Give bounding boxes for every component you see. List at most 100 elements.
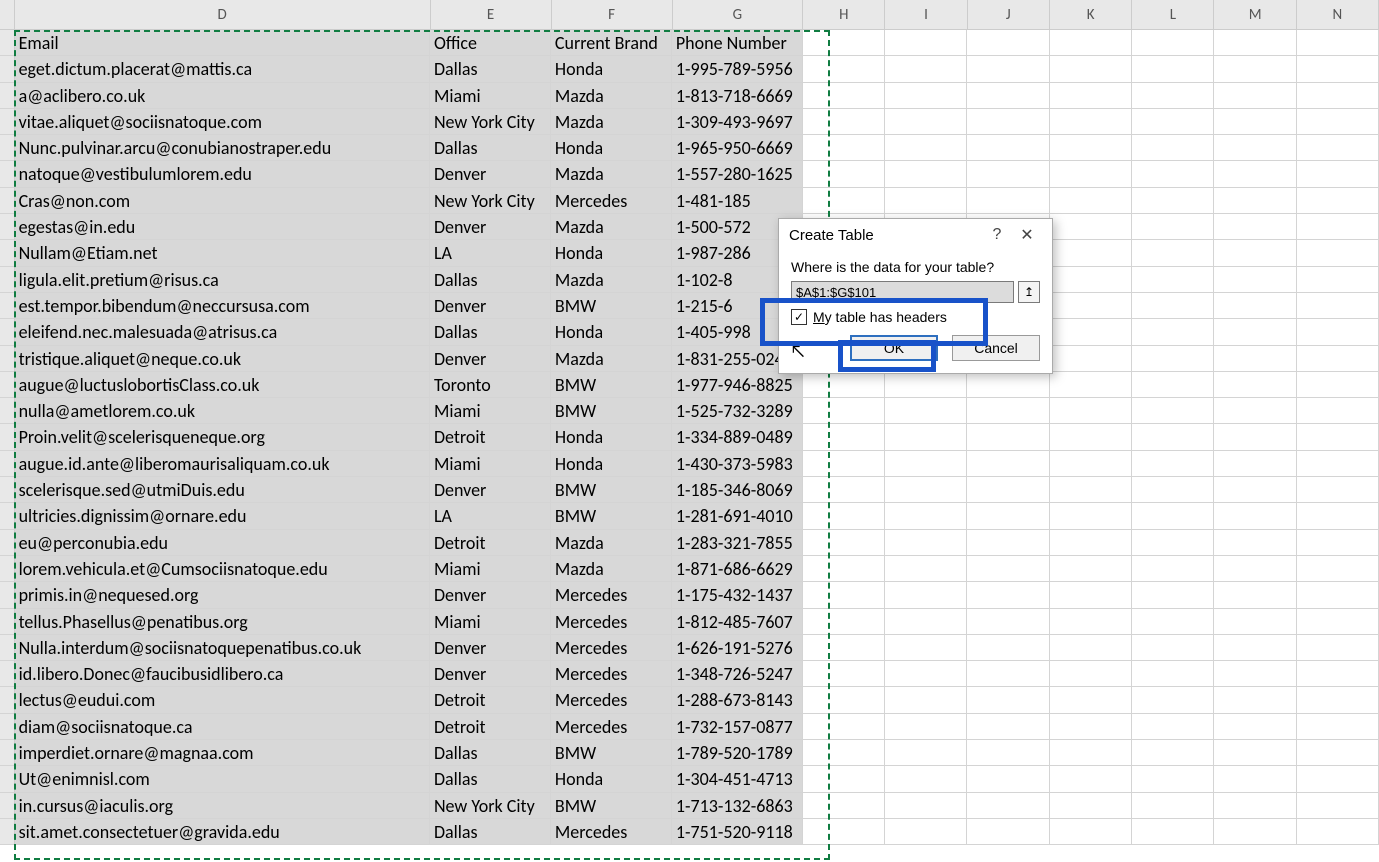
data-cell[interactable] (1050, 582, 1132, 608)
data-cell[interactable] (1297, 714, 1379, 740)
data-cell[interactable] (967, 161, 1049, 187)
data-cell[interactable] (885, 503, 967, 529)
spreadsheet-grid[interactable]: DEFGHIJKLMN EmailOfficeCurrent BrandPhon… (0, 0, 1379, 845)
data-cell[interactable] (1214, 582, 1296, 608)
ok-button[interactable]: OK (850, 335, 938, 361)
data-cell[interactable] (967, 582, 1049, 608)
data-cell[interactable]: Miami (430, 398, 551, 424)
data-cell[interactable]: Miami (430, 556, 551, 582)
data-cell[interactable]: Mercedes (551, 819, 672, 845)
row-label[interactable] (0, 109, 15, 135)
data-cell[interactable] (1214, 267, 1296, 293)
data-cell[interactable] (1214, 503, 1296, 529)
column-header-J[interactable]: J (968, 0, 1050, 29)
data-cell[interactable]: Ut@enimnisl.com (15, 766, 430, 792)
data-cell[interactable] (967, 609, 1049, 635)
data-cell[interactable] (1214, 161, 1296, 187)
data-cell[interactable] (885, 661, 967, 687)
data-cell[interactable] (1132, 793, 1214, 819)
data-cell[interactable]: Dallas (430, 319, 551, 345)
data-cell[interactable]: BMW (551, 293, 672, 319)
data-cell[interactable]: a@aclibero.co.uk (15, 83, 430, 109)
data-cell[interactable] (885, 635, 967, 661)
data-cell[interactable] (803, 83, 885, 109)
data-cell[interactable] (967, 661, 1049, 687)
data-cell[interactable]: 1-871-686-6629 (672, 556, 803, 582)
data-cell[interactable] (885, 582, 967, 608)
data-cell[interactable] (1050, 161, 1132, 187)
data-cell[interactable]: Mercedes (551, 661, 672, 687)
row-label[interactable] (0, 398, 15, 424)
data-cell[interactable]: Mazda (551, 109, 672, 135)
help-icon[interactable]: ? (982, 226, 1012, 244)
data-cell[interactable]: Dallas (430, 135, 551, 161)
data-cell[interactable] (1297, 398, 1379, 424)
data-cell[interactable] (1050, 793, 1132, 819)
column-header-F[interactable]: F (552, 0, 673, 29)
column-header-D[interactable]: D (15, 0, 431, 29)
data-cell[interactable] (967, 819, 1049, 845)
data-cell[interactable] (1132, 530, 1214, 556)
data-cell[interactable] (1297, 293, 1379, 319)
data-cell[interactable] (1297, 503, 1379, 529)
data-cell[interactable] (967, 714, 1049, 740)
data-cell[interactable] (1050, 687, 1132, 713)
data-cell[interactable] (1132, 240, 1214, 266)
data-cell[interactable]: vitae.aliquet@sociisnatoque.com (15, 109, 430, 135)
data-cell[interactable] (1132, 109, 1214, 135)
data-cell[interactable]: 1-995-789-5956 (672, 56, 803, 82)
data-cell[interactable] (1297, 687, 1379, 713)
data-cell[interactable] (1297, 766, 1379, 792)
data-cell[interactable] (803, 109, 885, 135)
data-cell[interactable]: diam@sociisnatoque.ca (15, 714, 430, 740)
data-cell[interactable]: Denver (430, 346, 551, 372)
data-cell[interactable] (1214, 372, 1296, 398)
data-cell[interactable]: Denver (430, 293, 551, 319)
data-cell[interactable] (803, 424, 885, 450)
data-cell[interactable]: BMW (551, 477, 672, 503)
data-cell[interactable]: eleifend.nec.malesuada@atrisus.ca (15, 319, 430, 345)
row-label[interactable] (0, 451, 15, 477)
data-cell[interactable] (1050, 714, 1132, 740)
data-cell[interactable]: 1-281-691-4010 (672, 503, 803, 529)
data-cell[interactable] (1297, 609, 1379, 635)
data-cell[interactable] (1050, 293, 1132, 319)
data-cell[interactable]: Mercedes (551, 609, 672, 635)
data-cell[interactable] (803, 687, 885, 713)
data-cell[interactable] (885, 609, 967, 635)
data-cell[interactable] (967, 766, 1049, 792)
row-label[interactable] (0, 293, 15, 319)
data-cell[interactable] (967, 135, 1049, 161)
data-cell[interactable]: Mazda (551, 161, 672, 187)
data-cell[interactable] (803, 188, 885, 214)
data-cell[interactable] (1050, 819, 1132, 845)
data-cell[interactable]: Denver (430, 477, 551, 503)
data-cell[interactable] (1214, 398, 1296, 424)
header-cell[interactable]: Office (430, 30, 551, 56)
data-cell[interactable]: eu@perconubia.edu (15, 530, 430, 556)
data-cell[interactable]: ligula.elit.pretium@risus.ca (15, 267, 430, 293)
data-cell[interactable]: 1-185-346-8069 (672, 477, 803, 503)
data-cell[interactable] (803, 556, 885, 582)
data-cell[interactable] (1132, 819, 1214, 845)
data-cell[interactable] (803, 819, 885, 845)
data-cell[interactable] (885, 161, 967, 187)
data-cell[interactable]: 1-481-185 (672, 188, 803, 214)
data-cell[interactable] (1297, 661, 1379, 687)
data-cell[interactable] (1214, 56, 1296, 82)
row-label[interactable] (0, 714, 15, 740)
data-cell[interactable]: BMW (551, 372, 672, 398)
headers-checkbox-label[interactable]: My table has headers (813, 309, 947, 325)
data-cell[interactable]: Nunc.pulvinar.arcu@conubianostraper.edu (15, 135, 430, 161)
data-cell[interactable]: Dallas (430, 766, 551, 792)
data-cell[interactable] (1132, 451, 1214, 477)
data-cell[interactable] (1050, 530, 1132, 556)
data-cell[interactable]: 1-288-673-8143 (672, 687, 803, 713)
data-cell[interactable] (803, 714, 885, 740)
data-cell[interactable] (1132, 83, 1214, 109)
column-header-K[interactable]: K (1050, 0, 1132, 29)
data-cell[interactable]: 1-304-451-4713 (672, 766, 803, 792)
row-label[interactable] (0, 687, 15, 713)
data-cell[interactable] (1050, 83, 1132, 109)
data-cell[interactable]: Detroit (430, 424, 551, 450)
